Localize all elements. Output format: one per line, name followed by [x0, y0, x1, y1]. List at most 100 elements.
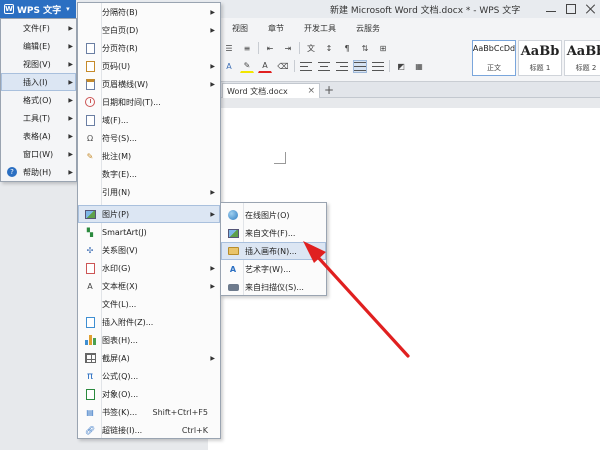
menu-item-label: 编辑(E): [23, 41, 51, 51]
insert-hyperlink[interactable]: 🔗︎ 超链接(I)... Ctrl+K: [78, 421, 220, 439]
decrease-indent-icon[interactable]: ⇤: [263, 42, 277, 55]
menu-item-label: 在线图片(O): [245, 210, 290, 220]
main-menu-window[interactable]: 窗口(W) ▶: [1, 145, 76, 163]
style-normal[interactable]: AaBbCcDd 正文: [472, 40, 516, 76]
tab-view[interactable]: 视图: [222, 22, 258, 36]
paragraph-toolbar-row: ☰ ≡ ⇤ ⇥ 文 ↕ ¶ ⇅ ⊞: [222, 40, 390, 56]
main-menu-insert[interactable]: 插入(I) ▶: [1, 73, 76, 91]
chevron-right-icon: ▶: [68, 114, 73, 122]
chevron-right-icon: ▶: [210, 264, 215, 272]
tab-cloud[interactable]: 云服务: [346, 22, 390, 36]
chinese-layout-icon[interactable]: 文: [304, 42, 318, 55]
main-menu-table[interactable]: 表格(A) ▶: [1, 127, 76, 145]
close-icon[interactable]: [586, 4, 596, 14]
align-right-icon[interactable]: [335, 60, 349, 73]
highlight-color-icon[interactable]: ✎: [240, 60, 254, 73]
picture-from-scanner[interactable]: 来自扫描仪(S)...: [221, 278, 326, 296]
menu-item-label: 日期和时间(T)...: [102, 97, 161, 107]
insert-formula[interactable]: π 公式(Q)...: [78, 367, 220, 385]
align-center-icon[interactable]: [317, 60, 331, 73]
menu-item-label: 超链接(I)...: [102, 425, 143, 435]
picture-insert-canvas[interactable]: 插入画布(N)...: [221, 242, 326, 260]
menu-item-label: 来自扫描仪(S)...: [245, 282, 304, 292]
line-spacing-icon[interactable]: ⇅: [358, 42, 372, 55]
main-menu-tools[interactable]: 工具(T) ▶: [1, 109, 76, 127]
text-effect-icon[interactable]: A: [222, 60, 236, 73]
window-title: 新建 Microsoft Word 文档.docx * - WPS 文字: [330, 6, 521, 16]
style-heading-2[interactable]: AaBb 标题 2: [564, 40, 600, 76]
new-tab-button[interactable]: +: [324, 82, 334, 98]
insert-reference[interactable]: 引用(N) ▶: [78, 183, 220, 201]
file-icon: [84, 299, 96, 310]
font-color-icon[interactable]: A: [258, 60, 272, 73]
style-name: 标题 2: [575, 64, 597, 72]
menu-item-label: 表格(A): [23, 131, 51, 141]
picture-online[interactable]: 在线图片(O): [221, 206, 326, 224]
insert-screenshot[interactable]: 截屏(A) ▶: [78, 349, 220, 367]
picture-from-file[interactable]: 来自文件(F)...: [221, 224, 326, 242]
tab-developer[interactable]: 开发工具: [294, 22, 346, 36]
show-marks-icon[interactable]: ¶: [340, 42, 354, 55]
main-menu-help[interactable]: ? 帮助(H) ▶: [1, 163, 76, 181]
minimize-icon[interactable]: [546, 6, 556, 12]
borders-icon[interactable]: ⊞: [376, 42, 390, 55]
maximize-icon[interactable]: [566, 4, 576, 14]
menu-item-label: 格式(O): [23, 95, 52, 105]
reference-icon: [84, 187, 96, 198]
menu-item-label: 截屏(A): [102, 353, 130, 363]
insert-smartart[interactable]: ▚ SmartArt(J): [78, 223, 220, 241]
insert-watermark[interactable]: 水印(G) ▶: [78, 259, 220, 277]
align-left-icon[interactable]: [299, 60, 313, 73]
insert-symbol[interactable]: Ω 符号(S)...: [78, 129, 220, 147]
border-style-icon[interactable]: ▦: [412, 60, 426, 73]
insert-object[interactable]: 对象(O)...: [78, 385, 220, 403]
chevron-right-icon: ▶: [210, 26, 215, 34]
numbering-icon[interactable]: ≡: [240, 42, 254, 55]
insert-date-time[interactable]: 日期和时间(T)...: [78, 93, 220, 111]
tab-section[interactable]: 章节: [258, 22, 294, 36]
insert-chart[interactable]: 图表(H)...: [78, 331, 220, 349]
bullets-icon[interactable]: ☰: [222, 42, 236, 55]
insert-bookmark[interactable]: ▤ 书签(K)... Shift+Ctrl+F5: [78, 403, 220, 421]
main-menu-edit[interactable]: 编辑(E) ▶: [1, 37, 76, 55]
bookmark-icon: ▤: [86, 407, 94, 417]
insert-textbox[interactable]: A 文本框(X) ▶: [78, 277, 220, 295]
insert-blank-page[interactable]: 空白页(D) ▶: [78, 21, 220, 39]
menu-item-label: 来自文件(F)...: [245, 228, 296, 238]
main-menu-file[interactable]: 文件(F) ▶: [1, 19, 76, 37]
main-menu-view[interactable]: 视图(V) ▶: [1, 55, 76, 73]
menu-item-label: 插入画布(N)...: [245, 246, 297, 256]
picture-wordart[interactable]: A 艺术字(W)...: [221, 260, 326, 278]
document-tab[interactable]: Word 文档.docx ×: [222, 83, 320, 98]
insert-attachment[interactable]: 插入附件(Z)...: [78, 313, 220, 331]
insert-number[interactable]: 数字(E)...: [78, 165, 220, 183]
insert-page-number[interactable]: 页码(U) ▶: [78, 57, 220, 75]
menu-item-label: SmartArt(J): [102, 227, 147, 237]
picture-submenu: 在线图片(O) 来自文件(F)... 插入画布(N)... A 艺术字(W)..…: [220, 202, 327, 296]
toolbar-divider: [299, 42, 300, 54]
main-menu-format[interactable]: 格式(O) ▶: [1, 91, 76, 109]
style-gallery: AaBbCcDd 正文 AaBb 标题 1 AaBb 标题 2: [472, 40, 600, 78]
shading-icon[interactable]: ◩: [394, 60, 408, 73]
insert-comment[interactable]: ✎ 批注(M): [78, 147, 220, 165]
justify-icon[interactable]: [353, 59, 367, 73]
insert-page-break[interactable]: 分页符(R): [78, 39, 220, 57]
close-icon[interactable]: ×: [307, 86, 315, 96]
formula-icon: π: [86, 370, 94, 382]
sort-icon[interactable]: ↕: [322, 42, 336, 55]
clear-format-icon[interactable]: ⌫: [276, 60, 290, 73]
increase-indent-icon[interactable]: ⇥: [281, 42, 295, 55]
insert-file[interactable]: 文件(L)...: [78, 295, 220, 313]
insert-header-line[interactable]: 页眉横线(W) ▶: [78, 75, 220, 93]
insert-picture[interactable]: 图片(P) ▶: [78, 205, 220, 223]
menu-item-label: 符号(S)...: [102, 133, 137, 143]
comment-icon: ✎: [86, 151, 94, 161]
distributed-icon[interactable]: [371, 60, 385, 73]
insert-relationship-diagram[interactable]: ✣ 关系图(V): [78, 241, 220, 259]
chevron-right-icon: ▶: [68, 168, 73, 176]
insert-break[interactable]: 分隔符(B) ▶: [78, 3, 220, 21]
insert-field[interactable]: 域(F)...: [78, 111, 220, 129]
blank-page-icon: [84, 25, 96, 36]
style-heading-1[interactable]: AaBb 标题 1: [518, 40, 562, 76]
wps-app-menu-button[interactable]: W WPS 文字 ▾: [0, 0, 76, 18]
